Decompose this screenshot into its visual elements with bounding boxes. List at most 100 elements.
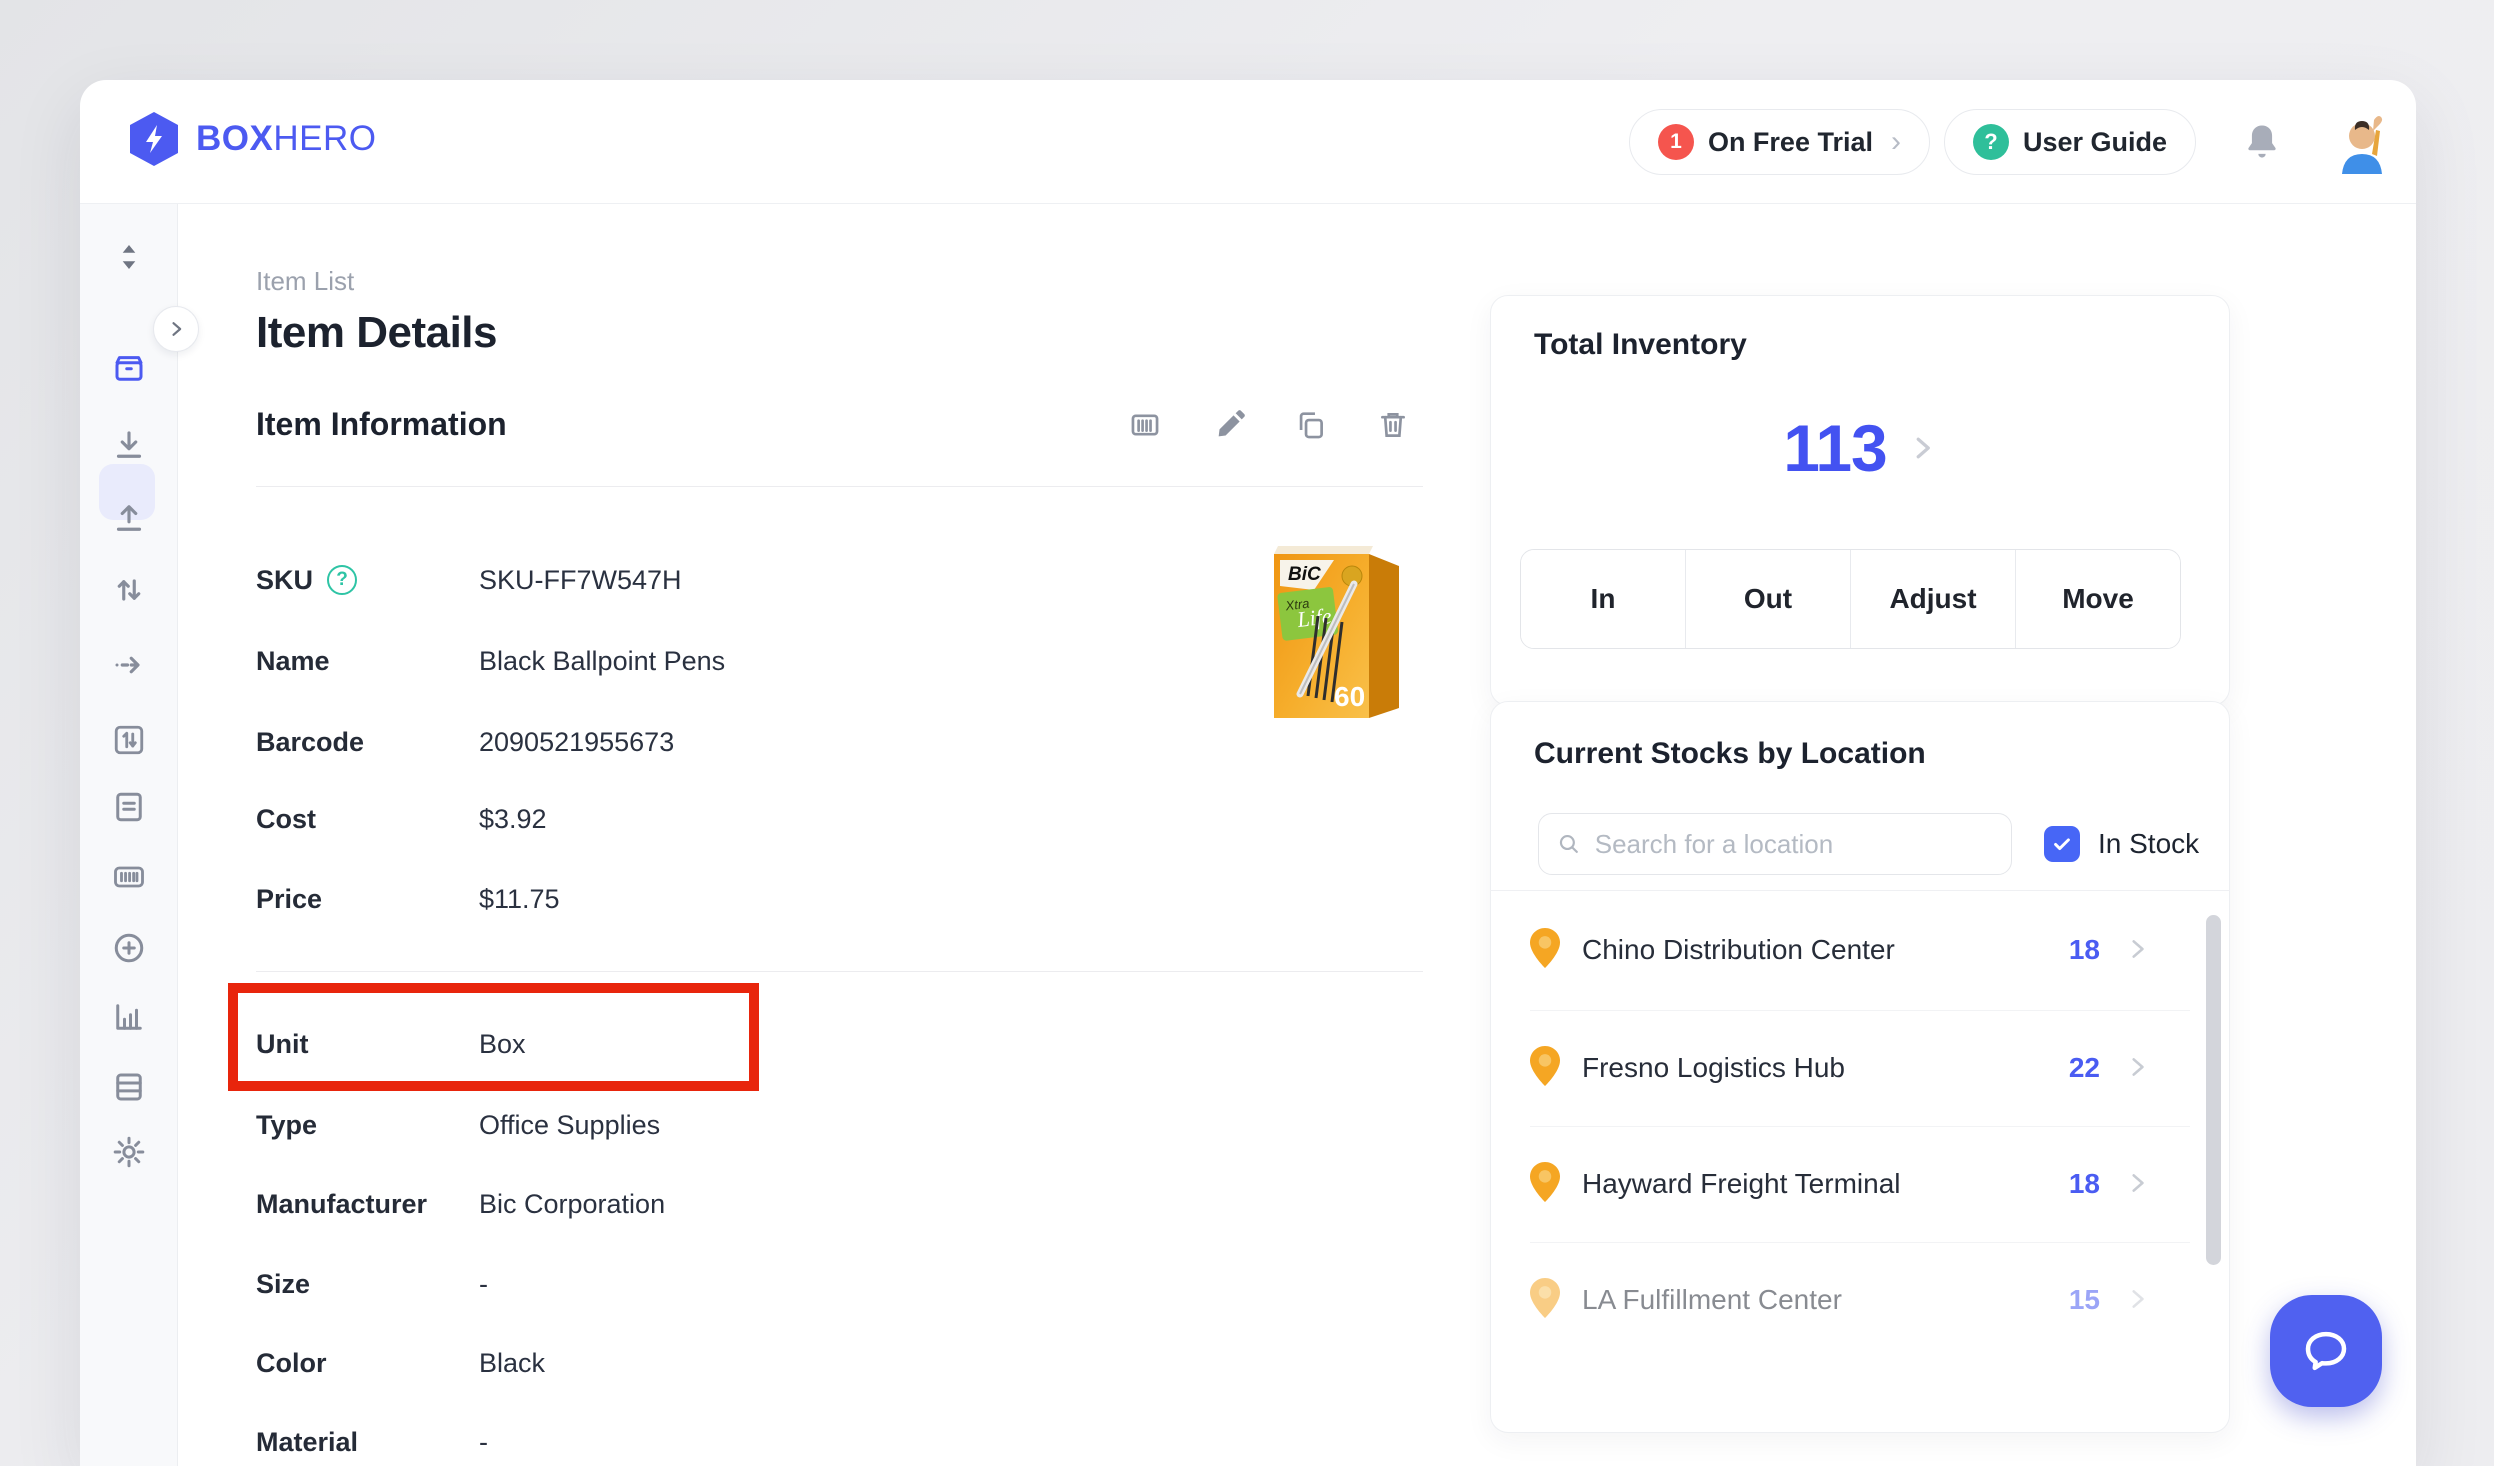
field-row-type: Type Office Supplies [256,1105,1423,1145]
location-row-la[interactable]: LA Fulfillment Center 15 [1490,1242,2230,1358]
sidebar-item-documents[interactable] [111,789,147,825]
field-row-color: Color Black [256,1343,1423,1383]
print-barcode-button[interactable] [1128,408,1162,442]
field-label: SKU ? [256,565,479,596]
stock-move-button[interactable]: Move [2015,550,2180,648]
chat-bubble-icon [2299,1324,2353,1378]
user-avatar[interactable] [2328,112,2390,174]
support-chat-button[interactable] [2270,1295,2382,1407]
location-search [1538,813,2012,875]
list-scrollbar[interactable] [2206,915,2221,1265]
field-row-sku: SKU ? SKU-FF7W547H [256,560,1423,600]
stock-out-icon [111,500,147,536]
sidebar-nav [80,204,178,1466]
svg-text:BiC: BiC [1288,564,1321,585]
sku-help-icon[interactable]: ? [327,565,357,595]
sidebar-item-items[interactable] [111,350,147,386]
guide-label: User Guide [2023,127,2167,158]
breadcrumb[interactable]: Item List [256,266,354,297]
boxhero-hexagon-icon [128,111,180,167]
location-row-hayward[interactable]: Hayward Freight Terminal 18 [1490,1126,2230,1242]
stock-in-button[interactable]: In [1521,550,1685,648]
location-qty: 15 [2020,1284,2100,1316]
cost-label: Cost [256,804,479,835]
location-pin-icon [1530,1046,1560,1086]
stock-out-button[interactable]: Out [1685,550,1850,648]
duplicate-item-button[interactable] [1294,408,1328,442]
analytics-icon [111,999,147,1035]
settings-gear-icon [111,1134,147,1170]
sku-value: SKU-FF7W547H [479,565,682,596]
field-row-manufacturer: Manufacturer Bic Corporation [256,1184,1423,1224]
color-value: Black [479,1348,545,1379]
free-trial-button[interactable]: 1 On Free Trial › [1629,109,1930,175]
in-stock-checkbox[interactable] [2044,826,2080,862]
field-row-name: Name Black Ballpoint Pens [256,641,1423,681]
price-label: Price [256,884,479,915]
color-label: Color [256,1348,479,1379]
barcode-value: 2090521955673 [479,727,674,758]
field-row-unit: Unit Box [256,1024,1423,1064]
search-icon [1557,831,1581,857]
material-label: Material [256,1427,479,1458]
in-stock-label: In Stock [2098,828,2199,860]
trial-label: On Free Trial [1708,127,1873,158]
boxhero-wordmark: BOXHERO [196,119,376,159]
name-label: Name [256,646,479,677]
notifications-bell-icon[interactable] [2240,120,2284,164]
type-value: Office Supplies [479,1110,660,1141]
product-image[interactable]: BiC Xtra Life 60 [1274,546,1399,722]
location-row-chino[interactable]: Chino Distribution Center 18 [1490,892,2230,1008]
wordmark-light: HERO [273,119,376,158]
field-row-cost: Cost $3.92 [256,799,1423,839]
chevron-right-icon [166,319,186,339]
total-inventory-value: 113 [1783,410,1886,486]
size-value: - [479,1269,488,1300]
trash-icon [1376,408,1410,442]
manufacturer-value: Bic Corporation [479,1189,665,1220]
copy-icon [1294,408,1328,442]
chevron-right-icon [2124,1170,2150,1196]
collapse-sort-icon [111,239,147,275]
delete-item-button[interactable] [1376,408,1410,442]
sidebar-item-move[interactable] [111,647,147,683]
sidebar-item-settings[interactable] [111,1134,147,1170]
sidebar-item-barcode-label[interactable] [111,859,147,895]
sidebar-item-purchase[interactable] [111,930,147,966]
location-pin-icon [1530,928,1560,968]
wordmark-bold: BOX [196,119,273,158]
sidebar-item-collapse[interactable] [111,239,147,275]
sidebar-item-transactions[interactable] [111,722,147,758]
location-pin-icon [1530,1162,1560,1202]
check-icon [2051,833,2073,855]
app-window: BOXHERO 1 On Free Trial › ? User Guide [80,80,2416,1466]
sidebar-expand-button[interactable] [153,306,199,352]
sidebar-item-analytics[interactable] [111,999,147,1035]
chevron-right-icon [2124,936,2150,962]
sidebar-item-adjust[interactable] [111,572,147,608]
location-qty: 18 [2020,1168,2100,1200]
stock-in-icon [111,427,147,463]
stock-adjust-button[interactable]: Adjust [1850,550,2015,648]
location-search-input[interactable] [1595,829,1993,860]
type-label: Type [256,1110,479,1141]
sidebar-item-stock-in[interactable] [111,427,147,463]
sku-label: SKU [256,565,313,596]
edit-item-button[interactable] [1213,408,1247,442]
question-icon: ? [1973,124,2009,160]
current-stocks-title: Current Stocks by Location [1534,737,1926,771]
sidebar-item-stock-out[interactable] [111,500,147,536]
location-row-fresno[interactable]: Fresno Logistics Hub 22 [1490,1010,2230,1126]
material-value: - [479,1427,488,1458]
total-inventory-value-row[interactable]: 113 [1490,410,2230,486]
pencil-icon [1213,408,1247,442]
location-name: Fresno Logistics Hub [1582,1052,1845,1084]
list-divider [1490,890,2230,891]
cost-value: $3.92 [479,804,547,835]
sidebar-item-data[interactable] [111,1069,147,1105]
manufacturer-label: Manufacturer [256,1189,479,1220]
svg-text:Life: Life [1295,603,1333,632]
user-guide-button[interactable]: ? User Guide [1944,109,2196,175]
boxhero-logo[interactable]: BOXHERO [128,111,376,167]
inventory-action-group: In Out Adjust Move [1520,549,2181,649]
